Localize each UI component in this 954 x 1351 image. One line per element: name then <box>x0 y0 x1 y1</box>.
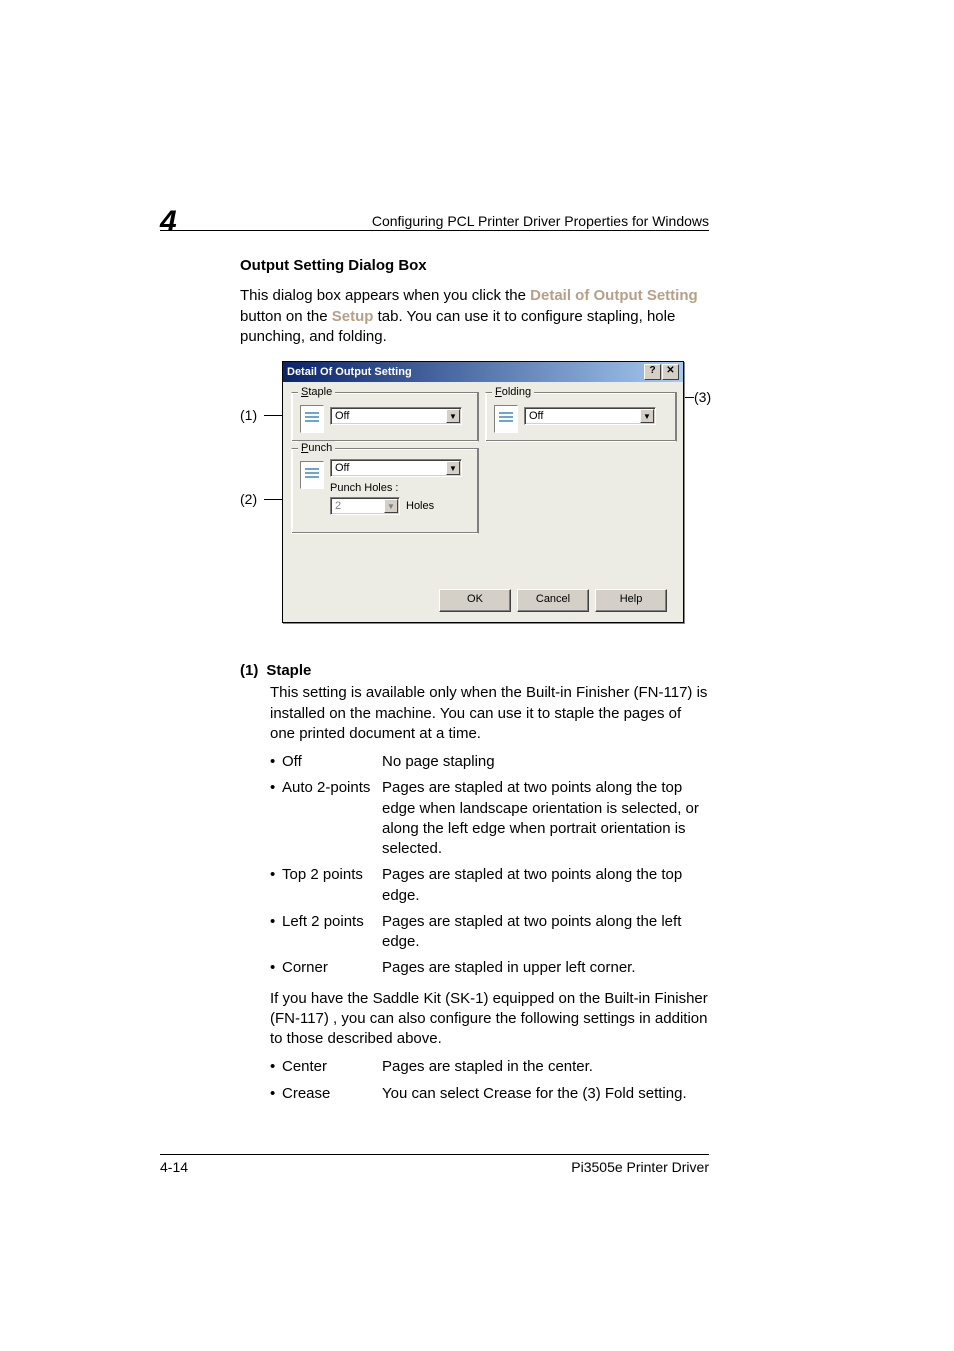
cancel-button[interactable]: Cancel <box>517 589 589 612</box>
punch-preview-icon <box>300 461 324 489</box>
punch-holes-label: Punch Holes : <box>330 481 398 496</box>
option-row: • Center Pages are stapled in the center… <box>270 1057 709 1077</box>
option-desc: Pages are stapled in upper left corner. <box>382 958 709 978</box>
staple-legend: SStapletaple <box>298 385 335 400</box>
callout-1: (1) <box>240 406 257 425</box>
punch-legend: PunchPunch <box>298 441 335 456</box>
chapter-number: 4 <box>160 205 181 239</box>
punch-select[interactable]: Off <box>330 459 462 477</box>
option-row: • Corner Pages are stapled in upper left… <box>270 958 709 978</box>
folding-preview-icon <box>494 405 518 433</box>
option-row: • Off No page stapling <box>270 752 709 772</box>
section-heading: Output Setting Dialog Box <box>240 256 709 276</box>
option-name: Left 2 points <box>282 912 382 953</box>
output-setting-dialog: Detail Of Output Setting ? ✕ SStapletapl… <box>282 361 684 623</box>
folding-group: FoldingFolding Off <box>485 392 677 442</box>
item-number: (1) <box>240 661 258 681</box>
ok-button[interactable]: OK <box>439 589 511 612</box>
punch-holes-unit: Holes <box>406 499 434 514</box>
folding-select[interactable]: Off <box>524 407 656 425</box>
link-setup: Setup <box>332 308 374 325</box>
page-number: 4-14 <box>160 1159 188 1175</box>
header-rule <box>160 230 709 231</box>
staple-preview-icon <box>300 405 324 433</box>
footer-title: Pi3505e Printer Driver <box>571 1159 709 1175</box>
item-title: Staple <box>266 661 311 681</box>
option-row: • Auto 2-points Pages are stapled at two… <box>270 778 709 859</box>
option-desc: Pages are stapled at two points along th… <box>382 778 709 859</box>
callout-3: (3) <box>694 388 711 407</box>
intro-paragraph: This dialog box appears when you click t… <box>240 286 709 347</box>
option-row: • Crease You can select Crease for the (… <box>270 1084 709 1104</box>
option-desc: Pages are stapled at two points along th… <box>382 865 709 906</box>
option-name: Off <box>282 752 382 772</box>
dialog-title: Detail Of Output Setting <box>287 365 412 380</box>
dialog-close-button[interactable]: ✕ <box>662 364 679 380</box>
folding-legend: FoldingFolding <box>492 385 534 400</box>
extra-paragraph: If you have the Saddle Kit (SK-1) equipp… <box>270 989 709 1050</box>
punch-holes-select[interactable]: 2 <box>330 497 400 515</box>
intro-text-1: This dialog box appears when you click t… <box>240 287 530 304</box>
option-name: Auto 2-points <box>282 778 382 859</box>
option-desc: No page stapling <box>382 752 709 772</box>
item-description: This setting is available only when the … <box>270 683 709 744</box>
option-row: • Top 2 points Pages are stapled at two … <box>270 865 709 906</box>
option-name: Center <box>282 1057 382 1077</box>
option-name: Top 2 points <box>282 865 382 906</box>
option-desc: You can select Crease for the (3) Fold s… <box>382 1084 709 1104</box>
page-header-title: Configuring PCL Printer Driver Propertie… <box>372 213 709 229</box>
link-detail-output: Detail of Output Setting <box>530 287 697 304</box>
option-desc: Pages are stapled at two points along th… <box>382 912 709 953</box>
dialog-figure: (1) (2) (3) Detail Of Output Setting ? ✕… <box>240 361 709 639</box>
option-name: Crease <box>282 1084 382 1104</box>
punch-group: PunchPunch Off Punch Holes : 2 Holes <box>291 448 479 534</box>
help-button[interactable]: Help <box>595 589 667 612</box>
staple-group: SStapletaple Off <box>291 392 479 442</box>
dialog-titlebar: Detail Of Output Setting ? ✕ <box>283 362 683 382</box>
callout-2: (2) <box>240 490 257 509</box>
dialog-help-button[interactable]: ? <box>644 364 661 380</box>
option-row: • Left 2 points Pages are stapled at two… <box>270 912 709 953</box>
intro-text-2: button on the <box>240 308 332 325</box>
option-name: Corner <box>282 958 382 978</box>
staple-select[interactable]: Off <box>330 407 462 425</box>
option-desc: Pages are stapled in the center. <box>382 1057 709 1077</box>
